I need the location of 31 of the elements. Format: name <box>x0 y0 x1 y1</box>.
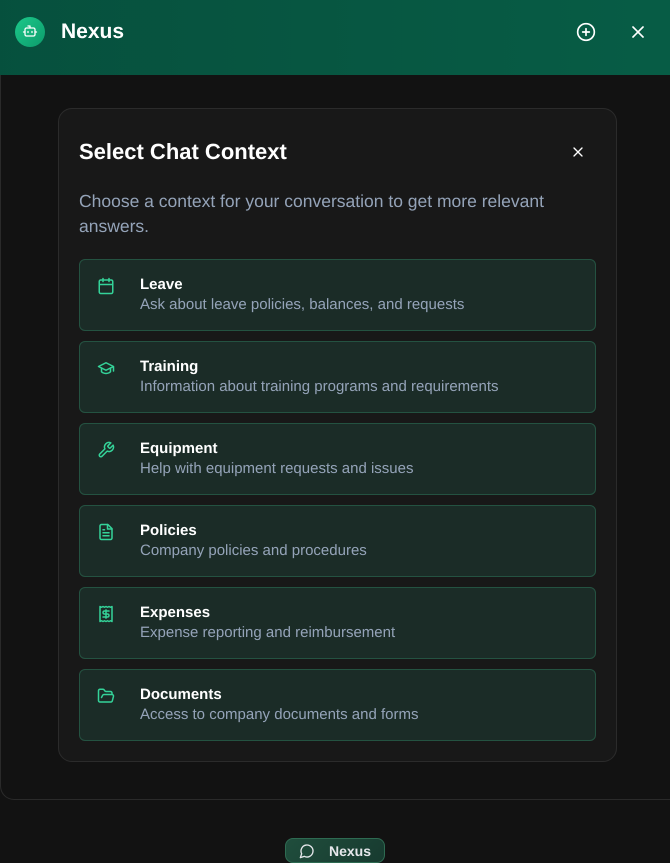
context-option[interactable]: Policies Company policies and procedures <box>79 505 596 577</box>
context-option[interactable]: Equipment Help with equipment requests and issues <box>79 423 596 495</box>
graduation-cap-icon <box>97 359 115 377</box>
context-title: Documents <box>140 685 223 705</box>
plus-circle-icon <box>576 22 596 42</box>
assistant-launcher-button[interactable]: Nexus <box>284 838 386 863</box>
wrench-icon <box>97 441 115 459</box>
calendar-icon <box>97 277 115 295</box>
context-description: Access to company documents and forms <box>140 705 418 725</box>
document-icon <box>97 523 115 541</box>
robot-avatar-icon <box>15 17 45 47</box>
context-description: Ask about leave policies, balances, and requests <box>140 295 464 315</box>
context-title: Expenses <box>140 603 212 623</box>
context-title: Training <box>140 357 200 377</box>
context-option[interactable]: Leave Ask about leave policies, balances, and requests <box>79 259 596 331</box>
context-title: Equipment <box>140 439 218 459</box>
app-title: Nexus <box>61 19 124 45</box>
dialog-title: Select Chat Context <box>79 138 287 166</box>
context-option[interactable]: Documents Access to company documents and forms <box>79 669 596 741</box>
context-description: Information about training programs and requirements <box>140 377 499 397</box>
folder-icon <box>97 687 115 705</box>
context-description: Expense reporting and reimbursement <box>140 623 396 643</box>
context-title: Leave <box>140 275 184 295</box>
receipt-icon <box>97 605 115 623</box>
context-description: Company policies and procedures <box>140 541 367 561</box>
context-description: Help with equipment requests and issues <box>140 459 414 479</box>
dialog-description: Choose a context for your conversation to get more relevant answers. <box>79 190 545 238</box>
chat-bubble-icon <box>298 842 315 858</box>
context-option[interactable]: Expenses Expense reporting and reimbursement <box>79 587 596 659</box>
context-title: Policies <box>140 521 198 541</box>
context-option[interactable]: Training Information about training programs and requirements <box>79 341 596 413</box>
